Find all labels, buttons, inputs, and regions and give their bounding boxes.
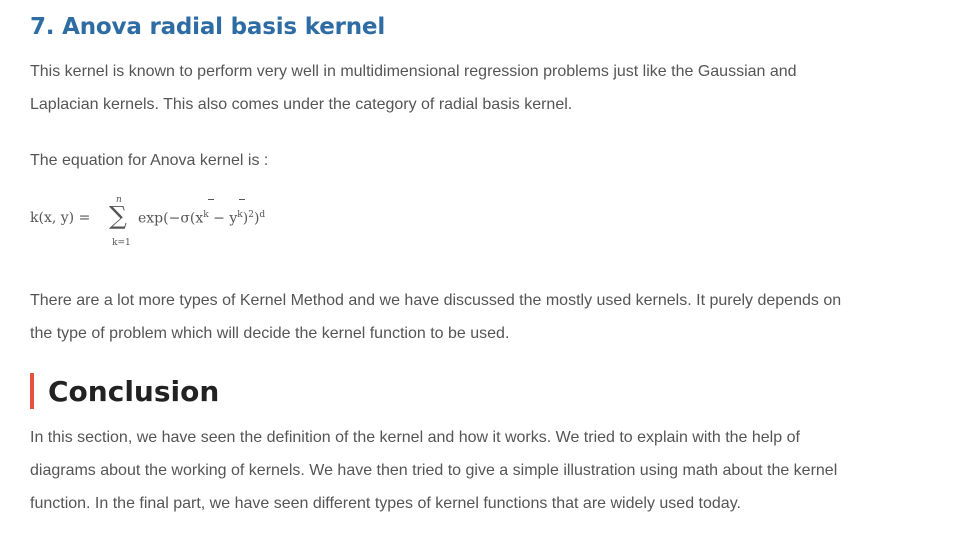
conclusion-paragraph: In this section, we have seen the defini… [30,421,930,520]
rhs-prefix: exp(−σ(x [138,210,204,227]
kernel-types-line-2: the type of problem which will decide th… [30,325,510,342]
superscript-d: d [259,210,266,220]
rhs-mid: − y [208,210,238,227]
equation-intro: The equation for Anova kernel is : [30,152,269,169]
conclusion-line-3: function. In the final part, we have see… [30,495,741,512]
conclusion-line-2: diagrams about the working of kernels. W… [30,462,838,479]
kernel-types-line-1: There are a lot more types of Kernel Met… [30,292,842,309]
conclusion-line-1: In this section, we have seen the defini… [30,429,800,446]
article-page: 7. Anova radial basis kernel This kernel… [0,0,972,543]
equation-lhs: k(x, y) = [30,210,91,226]
overbar-mark [208,199,214,200]
conclusion-header: Conclusion [30,373,219,409]
equation-rhs: exp(−σ(xk − yk)2)d [138,210,265,227]
intro-line-2: Laplacian kernels. This also comes under… [30,96,573,113]
sum-lower-limit: k=1 [112,238,131,248]
kernel-types-paragraph: There are a lot more types of Kernel Met… [30,284,930,350]
intro-line-1: This kernel is known to perform very wel… [30,63,797,80]
overbar-mark [239,199,245,200]
section-heading: 7. Anova radial basis kernel [30,14,385,40]
anova-kernel-equation: k(x, y) = n ∑ k=1 exp(−σ(xk − yk)2)d [30,192,330,256]
conclusion-heading: Conclusion [48,374,220,408]
intro-paragraph: This kernel is known to perform very wel… [30,55,930,121]
heading-accent-bar [30,373,34,409]
sigma-icon: ∑ [109,201,127,230]
